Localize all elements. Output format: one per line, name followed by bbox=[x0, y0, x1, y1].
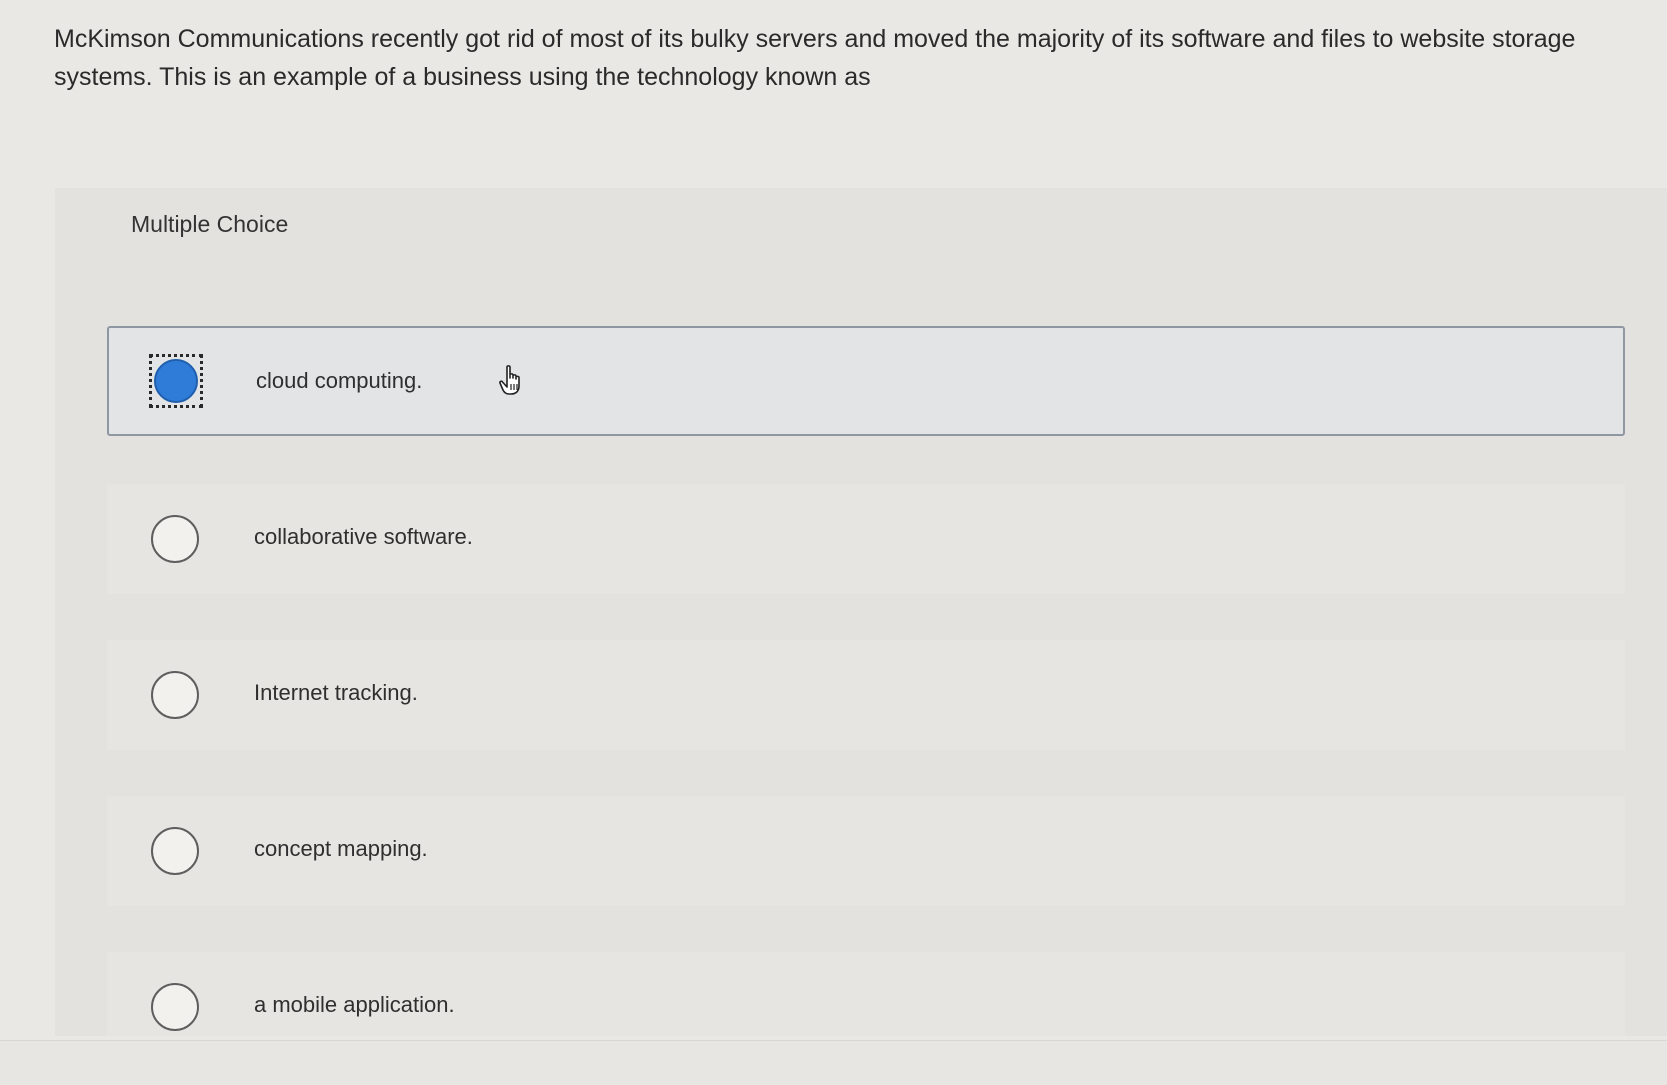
answer-option-concept-mapping[interactable]: concept mapping. bbox=[107, 796, 1625, 906]
radio-button[interactable] bbox=[151, 827, 199, 875]
answer-option-label: concept mapping. bbox=[254, 836, 428, 861]
answer-option-cloud-computing[interactable]: cloud computing. bbox=[107, 326, 1625, 436]
radio-button[interactable] bbox=[151, 983, 199, 1031]
radio-button-selected[interactable] bbox=[149, 354, 203, 408]
answer-option-internet-tracking[interactable]: Internet tracking. bbox=[107, 640, 1625, 750]
multiple-choice-panel: Multiple Choice cloud computing. collabo… bbox=[55, 188, 1667, 1036]
radio-button[interactable] bbox=[151, 515, 199, 563]
answer-option-label: a mobile application. bbox=[254, 992, 455, 1017]
question-text: McKimson Communications recently got rid… bbox=[54, 25, 1576, 91]
multiple-choice-label: Multiple Choice bbox=[131, 211, 289, 237]
answer-option-label: collaborative software. bbox=[254, 524, 473, 549]
answer-option-label: Internet tracking. bbox=[254, 680, 418, 705]
radio-selected-dot-icon bbox=[154, 359, 198, 403]
answer-option-mobile-application[interactable]: a mobile application. bbox=[107, 952, 1625, 1036]
answer-option-collaborative-software[interactable]: collaborative software. bbox=[107, 484, 1625, 594]
bottom-strip bbox=[0, 1040, 1667, 1085]
radio-button[interactable] bbox=[151, 671, 199, 719]
answer-option-label: cloud computing. bbox=[256, 368, 423, 393]
hand-pointer-icon bbox=[499, 365, 520, 395]
